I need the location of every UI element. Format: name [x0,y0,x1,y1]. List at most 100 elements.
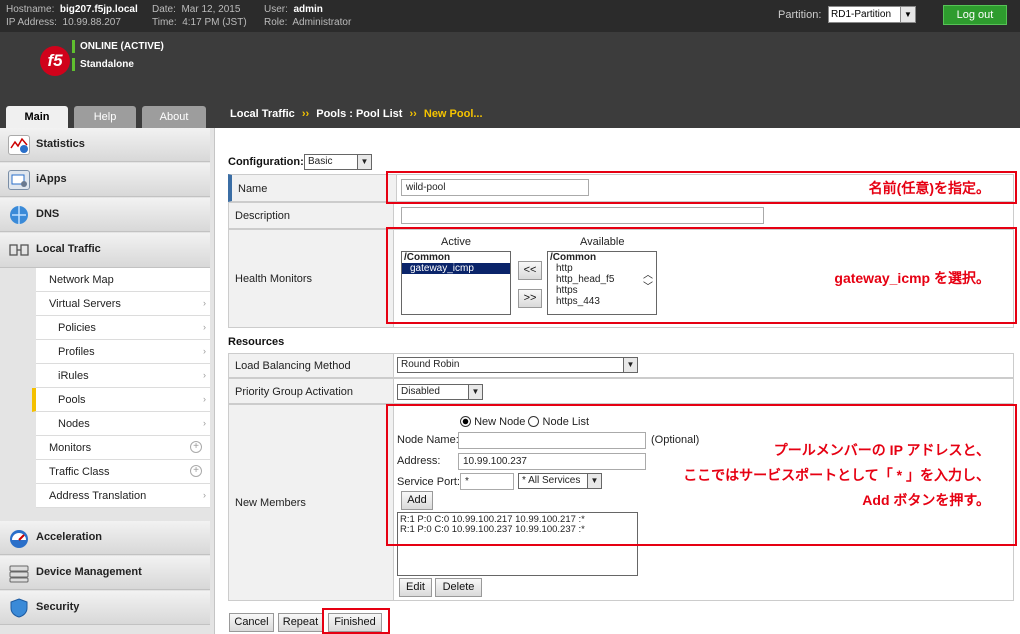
sidebar-item-irules[interactable]: iRules › [36,364,210,388]
chevron-right-icon: › [203,298,206,308]
iapps-icon [8,170,30,190]
configuration-value: Basic [308,156,333,167]
user-info: User: admin Role: Administrator [264,3,351,29]
sidebar-item-label: Statistics [36,138,85,150]
sidebar-item-label: Security [36,601,80,613]
plus-circle-icon[interactable]: + [190,465,202,477]
annotation-box-finished [322,608,390,634]
sidebar-item-statistics[interactable]: Statistics [0,128,210,162]
sidebar-item-label: Local Traffic [36,243,101,255]
annotation-name: 名前(任意)を指定。 [868,180,990,196]
chevron-down-icon: ▼ [623,358,637,372]
chevron-right-icon: › [203,370,206,380]
breadcrumb-pool-list[interactable]: Pools : Pool List [316,108,402,120]
annotation-members-3: Add ボタンを押す。 [862,492,990,508]
sidebar-item-local-traffic[interactable]: Local Traffic [0,233,210,268]
top-info-bar: Hostname: big207.f5jp.local IP Address: … [0,0,1020,32]
configuration-label: Configuration: [228,156,304,168]
repeat-button[interactable]: Repeat [278,613,323,632]
status-mode: Standalone [72,58,134,71]
chevron-down-icon: ▼ [468,385,482,399]
priority-group-value: Disabled [401,386,440,397]
plus-circle-icon[interactable]: + [190,441,202,453]
device-management-icon [8,563,30,583]
ip-value: 10.99.88.207 [62,17,121,28]
sidebar-item-monitors[interactable]: Monitors + [36,436,210,460]
partition-select[interactable]: RD1-Partition ▼ [828,6,916,23]
breadcrumb: Local Traffic ›› Pools : Pool List ›› Ne… [230,108,483,120]
chevron-right-icon: › [203,394,206,404]
breadcrumb-current: New Pool... [423,108,483,120]
sidebar-item-iapps[interactable]: iApps [0,163,210,197]
sidebar-item-address-translation[interactable]: Address Translation › [36,484,210,508]
description-input[interactable] [401,207,764,224]
host-info: Hostname: big207.f5jp.local IP Address: … [6,3,138,29]
sidebar-item-traffic-class[interactable]: Traffic Class + [36,460,210,484]
breadcrumb-separator: ›› [409,108,417,120]
breadcrumb-local-traffic[interactable]: Local Traffic [230,108,295,120]
breadcrumb-separator: ›› [301,108,310,120]
sidebar-item-label: iApps [36,173,67,185]
edit-button[interactable]: Edit [399,578,432,597]
sidebar-item-pools[interactable]: Pools › [32,388,210,412]
logout-button[interactable]: Log out [943,5,1007,25]
date-value: Mar 12, 2015 [181,4,241,15]
tab-help[interactable]: Help [74,106,136,128]
sidebar-item-network-map[interactable]: Network Map [36,268,210,292]
sidebar-item-virtual-servers[interactable]: Virtual Servers › [36,292,210,316]
sidebar-item-label: Monitors [49,442,92,454]
tab-about[interactable]: About [142,106,206,128]
lb-method-value: Round Robin [401,359,460,370]
sidebar-item-label: Virtual Servers [49,298,121,310]
configuration-select[interactable]: Basic ▼ [304,154,372,170]
annotation-members-2: ここではサービスポートとして「 * 」を入力し、 [683,467,990,483]
time-value: 4:17 PM (JST) [182,17,247,28]
priority-group-row: Priority Group Activation [228,378,1014,404]
role-label: Role: [264,17,288,28]
dns-icon [8,205,30,225]
chevron-down-icon: ▼ [357,155,371,169]
sidebar-item-acceleration[interactable]: Acceleration [0,521,210,555]
sidebar-item-policies[interactable]: Policies › [36,316,210,340]
resources-title: Resources [228,336,285,348]
time-label: Time: [152,17,177,28]
priority-group-select[interactable]: Disabled ▼ [397,384,483,400]
sidebar-item-label: DNS [36,208,60,220]
tab-main[interactable]: Main [6,106,68,128]
delete-button[interactable]: Delete [435,578,482,597]
local-traffic-icon [8,240,30,260]
hostname-value: big207.f5jp.local [59,4,138,15]
sidebar-item-label: Profiles [58,346,95,358]
datetime-info: Date: Mar 12, 2015 Time: 4:17 PM (JST) [152,3,247,29]
status-online: ONLINE (ACTIVE) [72,40,164,53]
hostname-label: Hostname: [6,4,55,15]
sidebar-item-security[interactable]: Security [0,591,210,625]
user-value: admin [293,4,323,15]
sidebar-item-nodes[interactable]: Nodes › [36,412,210,436]
chevron-right-icon: › [203,490,206,500]
sidebar-item-profiles[interactable]: Profiles › [36,340,210,364]
statistics-icon [8,135,30,155]
annotation-monitor: gateway_icmp を選択。 [834,270,990,286]
sidebar-item-label: Network Map [49,274,114,286]
f5-logo: f5 [40,46,70,76]
cancel-button[interactable]: Cancel [229,613,274,632]
new-members-label: New Members [229,405,394,600]
sidebar-item-label: Acceleration [36,531,103,543]
sidebar-item-label: Nodes [58,418,90,430]
partition-value: RD1-Partition [831,9,892,20]
description-label: Description [229,203,394,228]
status-indicator-icon [72,40,75,53]
sidebar-item-label: Device Management [36,566,142,578]
sidebar-item-device-management[interactable]: Device Management [0,556,210,590]
sidebar-item-label: Address Translation [49,490,147,502]
user-label: User: [264,4,288,15]
ip-label: IP Address: [6,17,57,28]
date-label: Date: [152,4,176,15]
sidebar-item-dns[interactable]: DNS [0,198,210,232]
sidebar-item-label: Policies [58,322,96,334]
chevron-right-icon: › [203,346,206,356]
sidebar-item-label: Traffic Class [49,466,110,478]
lb-method-select[interactable]: Round Robin ▼ [397,357,638,373]
name-label: Name [232,175,397,201]
